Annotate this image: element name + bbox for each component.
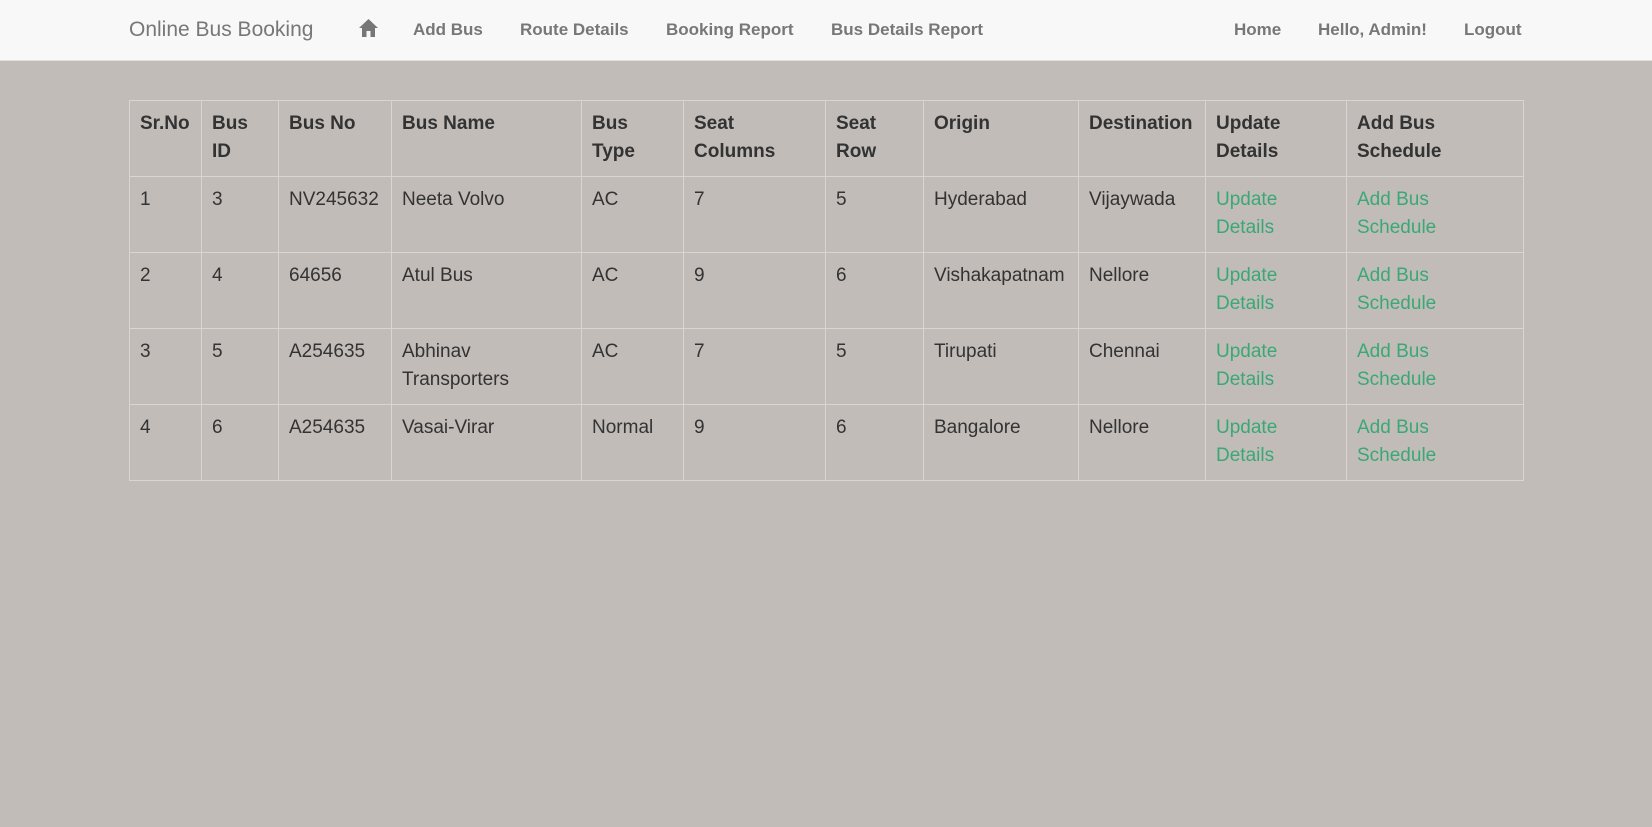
cell-bus-name: Abhinav Transporters [391,328,582,405]
header-sr-no: Sr.No [129,100,202,177]
update-details-link[interactable]: Update Details [1216,265,1277,314]
cell-seat-columns: 9 [683,404,826,481]
table-header-row: Sr.No Bus ID Bus No Bus Name Bus Type Se… [129,100,1524,177]
nav-home[interactable]: Home [1234,20,1281,40]
cell-update-details: Update Details [1205,176,1347,253]
cell-add-bus-schedule: Add Bus Schedule [1346,328,1524,405]
cell-seat-columns: 7 [683,176,826,253]
cell-destination: Nellore [1078,404,1206,481]
home-icon[interactable] [358,18,379,38]
header-bus-name: Bus Name [391,100,582,177]
header-seat-columns: Seat Columns [683,100,826,177]
cell-origin: Bangalore [923,404,1079,481]
nav-logout[interactable]: Logout [1464,20,1522,40]
cell-origin: Hyderabad [923,176,1079,253]
header-origin: Origin [923,100,1079,177]
cell-bus-name: Vasai-Virar [391,404,582,481]
cell-destination: Vijaywada [1078,176,1206,253]
update-details-link[interactable]: Update Details [1216,417,1277,466]
brand-link[interactable]: Online Bus Booking [129,18,313,42]
cell-bus-type: AC [581,328,684,405]
nav-booking-report[interactable]: Booking Report [666,20,794,40]
cell-bus-id: 6 [201,404,279,481]
cell-destination: Chennai [1078,328,1206,405]
bus-details-table: Sr.No Bus ID Bus No Bus Name Bus Type Se… [129,100,1524,481]
cell-bus-id: 5 [201,328,279,405]
cell-origin: Tirupati [923,328,1079,405]
cell-sr-no: 1 [129,176,202,253]
cell-seat-row: 5 [825,328,924,405]
cell-seat-columns: 7 [683,328,826,405]
cell-bus-id: 3 [201,176,279,253]
table-row: 3 5 A254635 Abhinav Transporters AC 7 5 … [129,328,1524,405]
header-bus-type: Bus Type [581,100,684,177]
cell-sr-no: 3 [129,328,202,405]
cell-sr-no: 4 [129,404,202,481]
top-navbar: Online Bus Booking Add Bus Route Details… [0,0,1652,61]
header-update-details: Update Details [1205,100,1347,177]
cell-bus-no: 64656 [278,252,392,329]
cell-seat-columns: 9 [683,252,826,329]
cell-bus-no: A254635 [278,404,392,481]
nav-add-bus[interactable]: Add Bus [413,20,483,40]
cell-bus-no: A254635 [278,328,392,405]
cell-bus-type: AC [581,252,684,329]
cell-update-details: Update Details [1205,404,1347,481]
cell-origin: Vishakapatnam [923,252,1079,329]
cell-destination: Nellore [1078,252,1206,329]
cell-add-bus-schedule: Add Bus Schedule [1346,404,1524,481]
add-bus-schedule-link[interactable]: Add Bus Schedule [1357,417,1436,466]
cell-add-bus-schedule: Add Bus Schedule [1346,252,1524,329]
header-bus-id: Bus ID [201,100,279,177]
nav-route-details[interactable]: Route Details [520,20,629,40]
table-row: 1 3 NV245632 Neeta Volvo AC 7 5 Hyderaba… [129,176,1524,253]
nav-user-greeting[interactable]: Hello, Admin! [1318,20,1427,40]
add-bus-schedule-link[interactable]: Add Bus Schedule [1357,265,1436,314]
cell-bus-id: 4 [201,252,279,329]
cell-update-details: Update Details [1205,328,1347,405]
cell-seat-row: 6 [825,404,924,481]
update-details-link[interactable]: Update Details [1216,189,1277,238]
cell-bus-type: AC [581,176,684,253]
cell-bus-type: Normal [581,404,684,481]
add-bus-schedule-link[interactable]: Add Bus Schedule [1357,189,1436,238]
update-details-link[interactable]: Update Details [1216,341,1277,390]
table-row: 2 4 64656 Atul Bus AC 9 6 Vishakapatnam … [129,252,1524,329]
cell-seat-row: 6 [825,252,924,329]
bus-details-table-container: Sr.No Bus ID Bus No Bus Name Bus Type Se… [129,100,1524,481]
header-add-bus-schedule: Add Bus Schedule [1346,100,1524,177]
table-row: 4 6 A254635 Vasai-Virar Normal 9 6 Banga… [129,404,1524,481]
header-bus-no: Bus No [278,100,392,177]
cell-bus-name: Atul Bus [391,252,582,329]
cell-update-details: Update Details [1205,252,1347,329]
nav-bus-details-report[interactable]: Bus Details Report [831,20,983,40]
cell-sr-no: 2 [129,252,202,329]
cell-add-bus-schedule: Add Bus Schedule [1346,176,1524,253]
cell-bus-no: NV245632 [278,176,392,253]
add-bus-schedule-link[interactable]: Add Bus Schedule [1357,341,1436,390]
cell-seat-row: 5 [825,176,924,253]
header-seat-row: Seat Row [825,100,924,177]
cell-bus-name: Neeta Volvo [391,176,582,253]
header-destination: Destination [1078,100,1206,177]
